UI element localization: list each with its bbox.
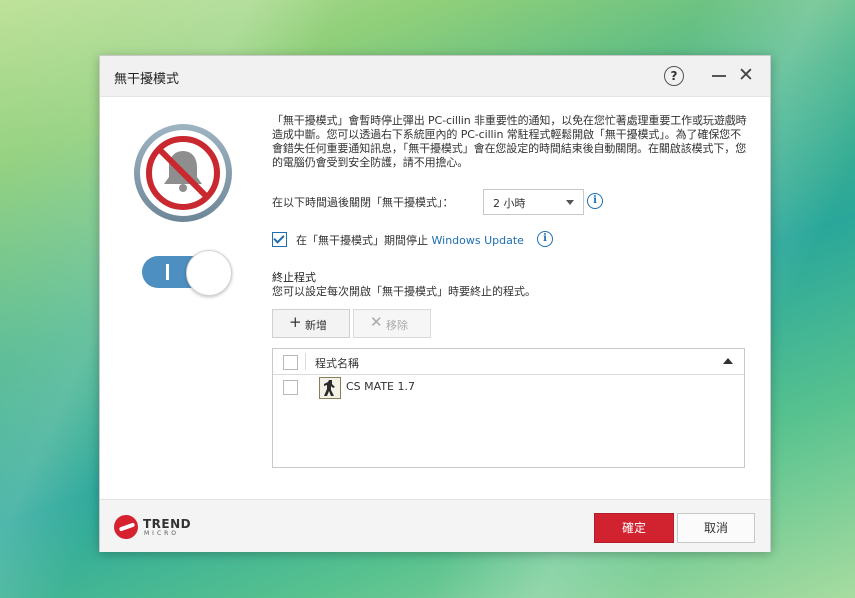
programs-subtitle: 您可以設定每次開啟「無干擾模式」時要終止的程式。 <box>272 285 536 298</box>
chevron-down-icon <box>566 200 574 205</box>
help-button[interactable]: ? <box>664 66 684 86</box>
column-separator <box>305 353 306 370</box>
footer: TREND MICRO 確定 取消 <box>100 499 770 552</box>
minimize-button[interactable] <box>712 75 726 77</box>
titlebar: 無干擾模式 ? ✕ <box>100 56 770 97</box>
info-icon[interactable]: i <box>587 193 603 209</box>
dialog-title: 無干擾模式 <box>114 72 180 87</box>
logo-sub: MICRO <box>144 530 180 537</box>
select-all-checkbox[interactable] <box>283 355 298 370</box>
programs-table: 程式名稱 CS MATE 1.7 <box>272 348 745 468</box>
windows-update-checkbox[interactable] <box>272 232 287 247</box>
info-icon[interactable]: i <box>537 231 553 247</box>
windows-update-link[interactable]: Windows Update <box>432 234 524 247</box>
bell-muted-icon <box>134 124 232 222</box>
timer-dropdown[interactable]: 2 小時 <box>483 189 584 215</box>
app-icon-svg <box>324 380 335 396</box>
plus-icon: + <box>289 313 302 331</box>
remove-label: 移除 <box>386 319 408 332</box>
table-header: 程式名稱 <box>273 349 744 375</box>
dnd-toggle[interactable] <box>142 250 234 296</box>
timer-value: 2 小時 <box>493 197 526 210</box>
timer-label: 在以下時間過後關閉「無干擾模式」： <box>272 196 454 209</box>
cancel-button[interactable]: 取消 <box>677 513 755 543</box>
add-label: 新增 <box>305 319 327 332</box>
remove-program-button[interactable]: ✕ 移除 <box>353 309 431 338</box>
dnd-dialog: 無干擾模式 ? ✕ 「無干擾模式」會暫時停止彈出 PC-cillin 非重要性的… <box>99 55 771 552</box>
trend-micro-ball-icon <box>114 515 138 539</box>
counter-strike-icon <box>319 377 341 399</box>
close-button[interactable]: ✕ <box>738 66 754 85</box>
table-row[interactable]: CS MATE 1.7 <box>273 374 744 400</box>
ok-button[interactable]: 確定 <box>594 513 674 543</box>
sort-ascending-icon[interactable] <box>723 358 733 364</box>
logo-word: TREND <box>143 517 192 531</box>
toggle-on-mark <box>166 264 169 280</box>
row-checkbox[interactable] <box>283 380 298 395</box>
add-program-button[interactable]: + 新增 <box>272 309 350 338</box>
description-text: 「無干擾模式」會暫時停止彈出 PC-cillin 非重要性的通知，以免在您忙著處… <box>272 114 747 169</box>
program-name: CS MATE 1.7 <box>346 380 415 393</box>
column-header-name[interactable]: 程式名稱 <box>315 355 359 371</box>
bell-muted-svg <box>146 136 220 210</box>
toggle-knob[interactable] <box>186 250 232 296</box>
windows-update-label-text: 在「無干擾模式」期間停止 <box>296 234 432 247</box>
windows-update-label: 在「無干擾模式」期間停止 Windows Update <box>296 232 524 248</box>
remove-icon: ✕ <box>370 313 383 331</box>
trend-micro-logo: TREND MICRO <box>114 515 194 539</box>
